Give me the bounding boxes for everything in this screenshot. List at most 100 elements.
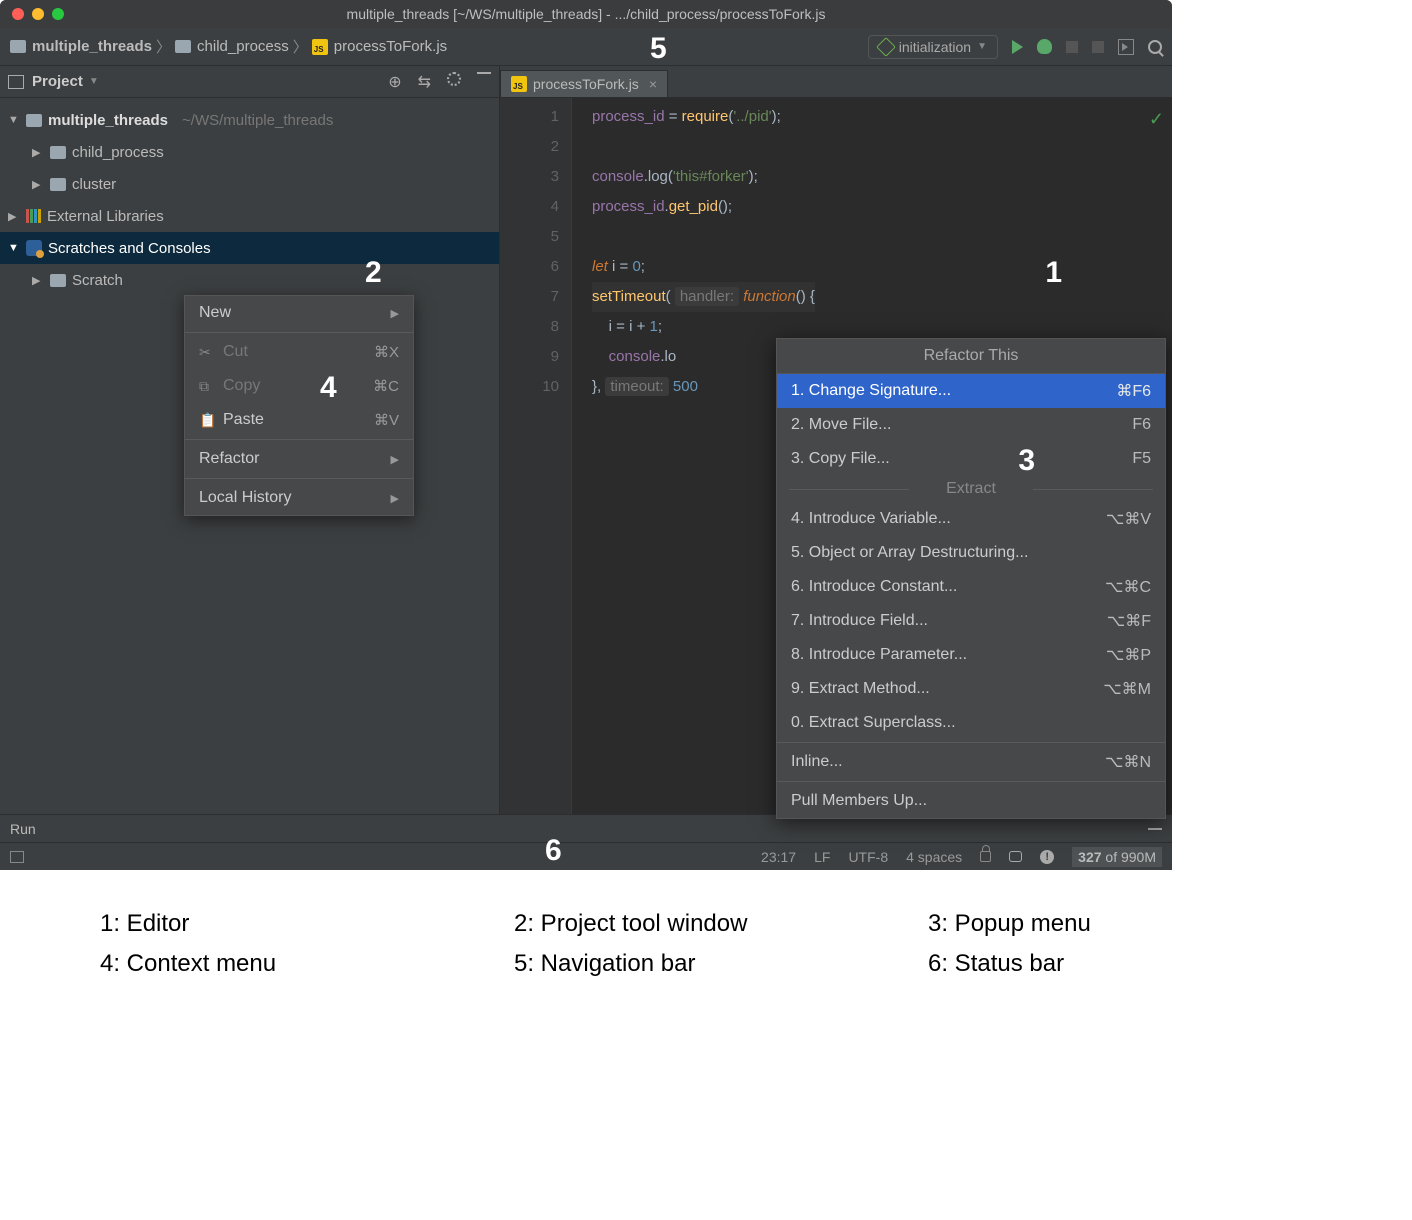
tab-label: processToFork.js (533, 76, 639, 92)
paste-icon: 📋 (199, 412, 217, 429)
folder-icon (50, 178, 66, 191)
run-label: Run (10, 821, 36, 837)
hide-icon[interactable] (1148, 828, 1162, 830)
popup-item-introduce-variable[interactable]: 4. Introduce Variable...⌥⌘V (777, 502, 1165, 536)
popup-item-introduce-field[interactable]: 7. Introduce Field...⌥⌘F (777, 604, 1165, 638)
editor-tab[interactable]: JS processToFork.js × (500, 70, 668, 97)
nodejs-icon (876, 37, 896, 57)
project-tree[interactable]: ▼ multiple_threads ~/WS/multiple_threads… (0, 98, 499, 302)
error-icon[interactable]: ! (1040, 850, 1054, 864)
popup-item-change-signature[interactable]: 1. Change Signature...⌘F6 (777, 374, 1165, 408)
breadcrumb-root[interactable]: multiple_threads (10, 38, 152, 55)
popup-section-extract: Extract (777, 476, 1165, 502)
target-icon[interactable]: ⊕ (388, 72, 401, 92)
navigation-bar: multiple_threads 〉 child_process 〉 JS pr… (0, 28, 1172, 66)
refactor-popup: Refactor This 1. Change Signature...⌘F6 … (776, 338, 1166, 819)
popup-item-destructuring[interactable]: 5. Object or Array Destructuring... (777, 536, 1165, 570)
js-file-icon: JS (312, 39, 328, 55)
tree-row-folder[interactable]: ▶ child_process (0, 136, 499, 168)
gutter: 12345678910 (500, 98, 572, 814)
titlebar: multiple_threads [~/WS/multiple_threads]… (0, 0, 1172, 28)
popup-item-pull-members[interactable]: Pull Members Up... (777, 784, 1165, 818)
stop-icon[interactable] (1066, 41, 1078, 53)
popup-item-introduce-constant[interactable]: 6. Introduce Constant...⌥⌘C (777, 570, 1165, 604)
context-menu-local-history[interactable]: Local History (185, 481, 413, 515)
context-menu-refactor[interactable]: Refactor (185, 442, 413, 476)
cut-icon: ✂ (199, 344, 217, 361)
tree-path: ~/WS/multiple_threads (182, 112, 333, 129)
hide-icon[interactable] (477, 72, 491, 74)
popup-item-extract-superclass[interactable]: 0. Extract Superclass... (777, 706, 1165, 740)
legend: 1: Editor 2: Project tool window 3: Popu… (0, 870, 1412, 1018)
legend-item: 3: Popup menu (928, 910, 1312, 938)
line-separator[interactable]: LF (814, 849, 830, 865)
tool-title[interactable]: Project (32, 73, 83, 90)
popup-item-inline[interactable]: Inline...⌥⌘N (777, 745, 1165, 779)
folder-icon (50, 274, 66, 287)
callout-1: 1 (1045, 256, 1062, 290)
search-icon[interactable] (1148, 40, 1162, 54)
debug-icon[interactable] (1037, 39, 1052, 54)
tree-row-external-libraries[interactable]: ▶ External Libraries (0, 200, 499, 232)
stop-icon-2[interactable] (1092, 41, 1104, 53)
encoding[interactable]: UTF-8 (848, 849, 888, 865)
popup-item-extract-method[interactable]: 9. Extract Method...⌥⌘M (777, 672, 1165, 706)
tree-row-scratches[interactable]: ▼ Scratches and Consoles (0, 232, 499, 264)
callout-5: 5 (650, 32, 667, 66)
callout-4: 4 (320, 371, 337, 405)
collapse-icon[interactable]: ⇆ (418, 72, 431, 92)
breadcrumb-folder[interactable]: child_process (175, 38, 289, 55)
popup-item-move-file[interactable]: 2. Move File...F6 (777, 408, 1165, 442)
context-menu-copy[interactable]: ⧉Copy⌘C (185, 369, 413, 403)
context-menu: New ✂Cut⌘X ⧉Copy⌘C 📋Paste⌘V Refactor Loc… (184, 295, 414, 516)
folder-icon (26, 114, 42, 127)
tool-windows-icon[interactable] (10, 851, 24, 863)
breadcrumb-label: processToFork.js (334, 38, 447, 55)
legend-item: 5: Navigation bar (514, 950, 898, 978)
chevron-right-icon: 〉 (156, 36, 171, 57)
tree-row-project-root[interactable]: ▼ multiple_threads ~/WS/multiple_threads (0, 104, 499, 136)
tree-label: multiple_threads (48, 112, 168, 129)
popup-item-copy-file[interactable]: 3. Copy File...F5 (777, 442, 1165, 476)
run-icon[interactable] (1012, 40, 1023, 54)
context-menu-cut[interactable]: ✂Cut⌘X (185, 335, 413, 369)
folder-icon (50, 146, 66, 159)
chevron-right-icon: 〉 (293, 36, 308, 57)
close-icon[interactable]: × (649, 76, 657, 92)
run-config-label: initialization (899, 39, 971, 55)
project-panel-icon (8, 75, 24, 89)
breadcrumb-file[interactable]: JS processToFork.js (312, 38, 447, 55)
legend-item: 2: Project tool window (514, 910, 898, 938)
callout-6: 6 (545, 834, 562, 868)
library-icon (26, 209, 41, 223)
caret-position[interactable]: 23:17 (761, 849, 796, 865)
status-bar: 6 23:17 LF UTF-8 4 spaces ! 327 of 990M (0, 842, 1172, 870)
legend-item: 6: Status bar (928, 950, 1312, 978)
chevron-down-icon: ▼ (977, 41, 987, 52)
folder-icon (175, 40, 191, 53)
tree-label: cluster (72, 176, 116, 193)
memory-indicator[interactable]: 327 of 990M (1072, 847, 1162, 867)
callout-2: 2 (365, 256, 382, 290)
context-menu-new[interactable]: New (185, 296, 413, 330)
chevron-down-icon[interactable]: ▼ (89, 76, 99, 87)
lock-icon[interactable] (980, 851, 991, 862)
run-anything-icon[interactable] (1118, 39, 1134, 55)
ide-window: multiple_threads [~/WS/multiple_threads]… (0, 0, 1172, 870)
js-file-icon: JS (511, 76, 527, 92)
tree-label: External Libraries (47, 208, 164, 225)
callout-3: 3 (1018, 444, 1035, 478)
chat-icon[interactable] (1009, 851, 1022, 862)
indent-info[interactable]: 4 spaces (906, 849, 962, 865)
run-config-selector[interactable]: initialization ▼ (868, 35, 998, 59)
folder-icon (10, 40, 26, 53)
breadcrumb-label: multiple_threads (32, 38, 152, 55)
legend-item: 4: Context menu (100, 950, 484, 978)
popup-item-introduce-parameter[interactable]: 8. Introduce Parameter...⌥⌘P (777, 638, 1165, 672)
breadcrumb-label: child_process (197, 38, 289, 55)
tree-label: child_process (72, 144, 164, 161)
gear-icon[interactable] (447, 72, 461, 86)
context-menu-paste[interactable]: 📋Paste⌘V (185, 403, 413, 437)
tree-row-folder[interactable]: ▶ Scratch (0, 264, 499, 296)
tree-row-folder[interactable]: ▶ cluster (0, 168, 499, 200)
